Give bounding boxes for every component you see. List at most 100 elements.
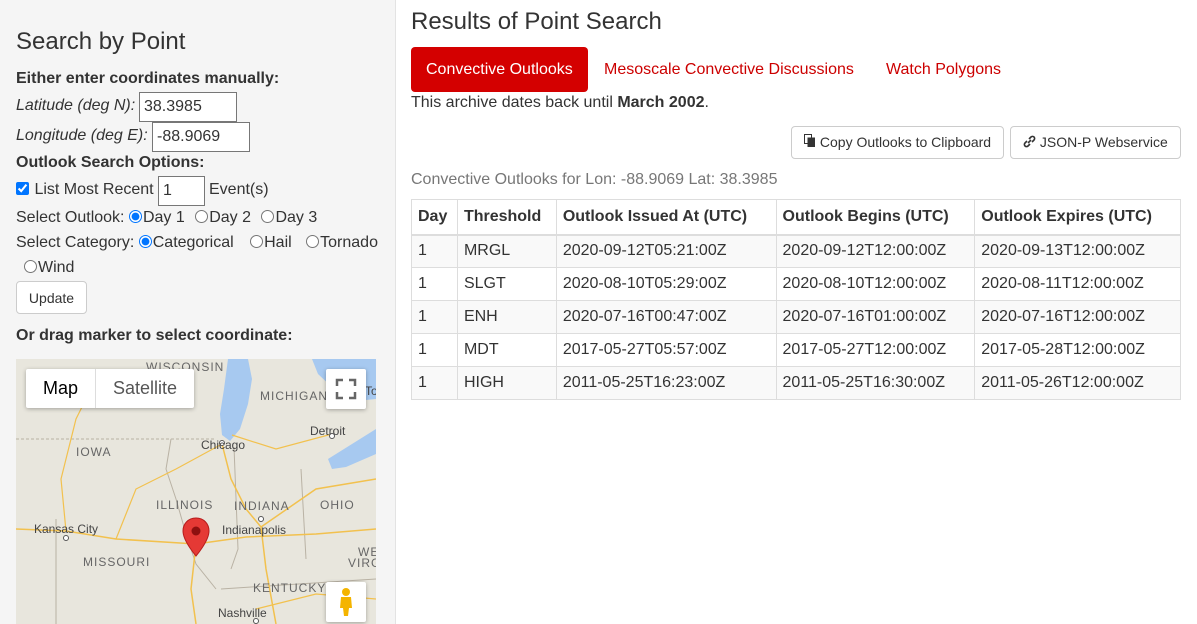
tab-convective-outlooks[interactable]: Convective Outlooks (411, 47, 588, 92)
table-cell: 1 (411, 267, 458, 301)
outlook-day3-label: Day 3 (275, 209, 318, 226)
table-cell: 2011-05-26T12:00:00Z (974, 366, 1181, 400)
drag-marker-label: Or drag marker to select coordinate: (16, 327, 293, 344)
map-pin-icon[interactable] (182, 517, 210, 557)
table-cell: HIGH (456, 366, 557, 400)
map-label-indiana: INDIANA (234, 499, 290, 513)
table-cell: 1 (411, 300, 458, 334)
table-cell: 1 (411, 234, 458, 268)
table-cell: 1 (411, 333, 458, 367)
category-wind-label: Wind (38, 259, 75, 276)
outlook-day2-radio[interactable] (195, 210, 209, 223)
column-header: Outlook Issued At (UTC) (555, 199, 777, 236)
map-label-michigan: MICHIGAN (260, 389, 328, 403)
category-wind-radio[interactable] (24, 260, 37, 273)
map-label-nashville: Nashville (218, 606, 267, 620)
table-row: 1 MDT 2017-05-27T05:57:00Z 2017-05-27T12… (411, 333, 1181, 367)
update-button[interactable]: Update (16, 281, 87, 314)
search-title: Search by Point (16, 28, 186, 55)
map-label-detroit: Detroit (310, 424, 346, 438)
json-webservice-label: JSON-P Webservice (1039, 134, 1168, 150)
map-label-kentucky: KENTUCKY (253, 581, 327, 595)
table-row: 1 HIGH 2011-05-25T16:23:00Z 2011-05-25T1… (411, 366, 1181, 400)
archive-prefix: This archive dates back until (411, 94, 618, 111)
table-cell: 2020-08-10T05:29:00Z (555, 267, 777, 301)
table-cell: 2020-09-12T12:00:00Z (775, 234, 976, 268)
results-caption: Convective Outlooks for Lon: -88.9069 La… (411, 171, 778, 188)
outlook-day1-radio[interactable] (128, 210, 142, 223)
select-outlook-row: Select Outlook: Day 1 Day 2 Day 3 (16, 209, 329, 227)
list-recent-label: List Most Recent (34, 181, 154, 198)
list-recent-checkbox[interactable] (16, 182, 29, 195)
results-panel: Results of Point Search Convective Outlo… (397, 0, 1197, 624)
table-cell: 1 (411, 366, 458, 400)
outlooks-table: Day Threshold Outlook Issued At (UTC) Ou… (411, 199, 1181, 400)
table-cell: ENH (456, 300, 557, 334)
select-outlook-label: Select Outlook: (16, 209, 125, 226)
map-type-map-button[interactable]: Map (26, 369, 97, 408)
outlook-day1-label: Day 1 (142, 209, 185, 226)
table-cell: MRGL (456, 234, 557, 268)
outlook-options-label: Outlook Search Options: (16, 154, 205, 171)
pegman-icon (340, 588, 352, 616)
map-label-ohio: OHIO (320, 498, 355, 512)
map-label-kansas-city: Kansas City (34, 522, 99, 536)
fullscreen-button[interactable] (326, 369, 366, 409)
outlook-day3-radio[interactable] (261, 210, 275, 223)
copy-outlooks-label: Copy Outlooks to Clipboard (819, 134, 992, 150)
table-cell: 2020-08-11T12:00:00Z (974, 267, 1181, 301)
archive-note: This archive dates back until March 2002… (411, 94, 709, 112)
table-cell: 2017-05-27T05:57:00Z (555, 333, 777, 367)
category-tornado-radio[interactable] (306, 235, 320, 248)
latitude-input[interactable] (139, 92, 237, 122)
archive-date: March 2002 (617, 94, 705, 111)
table-cell: 2017-05-27T12:00:00Z (775, 333, 976, 367)
street-view-button[interactable] (326, 582, 366, 622)
table-row: 1 SLGT 2020-08-10T05:29:00Z 2020-08-10T1… (411, 267, 1181, 301)
table-header-row: Day Threshold Outlook Issued At (UTC) Ou… (411, 199, 1181, 236)
category-hail-radio[interactable] (250, 235, 264, 248)
tab-watch-polygons[interactable]: Watch Polygons (871, 47, 1016, 92)
map-label-chicago: Chicago (201, 438, 246, 452)
manual-entry-label: Either enter coordinates manually: (16, 70, 280, 87)
events-suffix: Event(s) (209, 181, 269, 198)
table-cell: 2011-05-25T16:30:00Z (775, 366, 976, 400)
map[interactable]: WISCONSIN MICHIGAN To Detroit Chicago IO… (16, 359, 376, 624)
copy-icon (804, 134, 815, 147)
column-header: Outlook Expires (UTC) (974, 199, 1181, 236)
map-label-illinois: ILLINOIS (156, 498, 214, 512)
select-category-row: Select Category: Categorical Hail Tornad… (16, 234, 390, 252)
column-header: Outlook Begins (UTC) (775, 199, 976, 236)
outlook-day2-label: Day 2 (209, 209, 251, 226)
table-cell: 2020-08-10T12:00:00Z (775, 267, 976, 301)
map-label-indianapolis: Indianapolis (222, 523, 287, 537)
map-label-virg: VIRG (348, 556, 376, 570)
select-category-label: Select Category: (16, 234, 135, 251)
map-label-to: To (365, 384, 376, 398)
table-cell: 2020-07-16T01:00:00Z (775, 300, 976, 334)
copy-outlooks-button[interactable]: Copy Outlooks to Clipboard (791, 126, 1005, 159)
tab-mesoscale-discussions[interactable]: Mesoscale Convective Discussions (589, 47, 869, 92)
list-recent-row: List Most Recent (16, 181, 154, 199)
map-type-satellite-button[interactable]: Satellite (96, 369, 194, 408)
table-cell: 2011-05-25T16:23:00Z (555, 366, 777, 400)
map-label-missouri: MISSOURI (83, 555, 151, 569)
column-header: Threshold (456, 199, 557, 236)
latitude-label: Latitude (deg N): (16, 97, 136, 114)
category-tornado-label: Tornado (320, 234, 378, 251)
search-panel: Search by Point Either enter coordinates… (0, 0, 396, 624)
json-webservice-button[interactable]: JSON-P Webservice (1010, 126, 1181, 159)
table-cell: 2017-05-28T12:00:00Z (974, 333, 1181, 367)
map-label-iowa: IOWA (76, 445, 112, 459)
results-title: Results of Point Search (411, 8, 662, 35)
category-categorical-radio[interactable] (138, 235, 152, 248)
link-icon (1023, 135, 1036, 148)
fullscreen-icon (335, 378, 357, 400)
table-cell: 2020-07-16T12:00:00Z (974, 300, 1181, 334)
table-row: 1 MRGL 2020-09-12T05:21:00Z 2020-09-12T1… (411, 234, 1181, 268)
table-cell: MDT (456, 333, 557, 367)
table-cell: 2020-09-13T12:00:00Z (974, 234, 1181, 268)
event-count-input[interactable] (158, 176, 205, 206)
column-header: Day (411, 199, 458, 236)
longitude-input[interactable] (152, 122, 250, 152)
